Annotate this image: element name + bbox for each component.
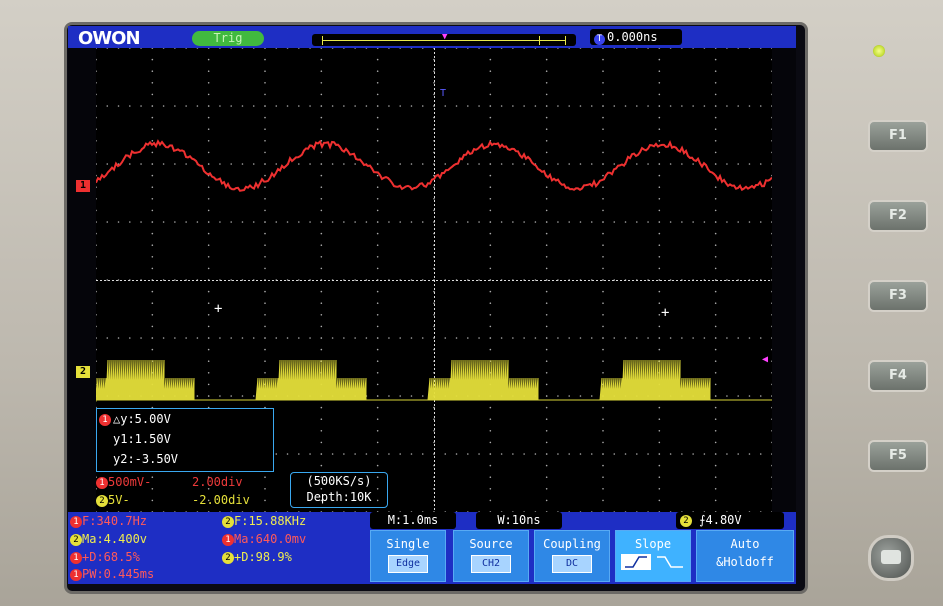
- svg-text:+: +: [661, 305, 669, 321]
- ch1-badge-icon: 1: [96, 477, 108, 489]
- ch2-volts-per-div: 5V-: [108, 493, 130, 507]
- ch2-zero-marker: 2: [76, 366, 90, 378]
- f4-button[interactable]: F4: [868, 360, 928, 392]
- ch1-amplitude-right: 1 Ma:640.0mv: [222, 531, 306, 548]
- ch2-badge-icon: 2: [680, 515, 692, 527]
- time-position-readout: T 0.000ns: [590, 29, 682, 45]
- ch2-offset: -2.00div: [192, 492, 250, 508]
- power-led-icon: [873, 45, 885, 57]
- cursor-y2: y2:-3.50V: [113, 452, 178, 466]
- ch1-scale-row: 1 500mV- 2.00div: [96, 474, 151, 490]
- ch1-frequency: 1 F:340.7Hz: [70, 513, 147, 530]
- trigger-marker-icon: ▼: [442, 34, 447, 40]
- channel-scale-panel: 1 500mV- 2.00div 2 5V- -2.00div: [96, 472, 286, 508]
- trigger-level-readout: 2 ⨍4.80V: [676, 512, 784, 529]
- main-timebase: M:1.0ms: [370, 512, 456, 529]
- brand-logo: OWON: [78, 28, 140, 49]
- menu-coupling[interactable]: Coupling DC: [534, 530, 610, 582]
- sample-rate: (500KS/s): [291, 473, 387, 489]
- ch1-badge-icon: 1: [99, 414, 111, 426]
- acquisition-panel: (500KS/s) Depth:10K: [290, 472, 388, 508]
- ch2-badge-icon: 2: [96, 495, 108, 507]
- f3-button[interactable]: F3: [868, 280, 928, 312]
- f5-button[interactable]: F5: [868, 440, 928, 472]
- trigger-level-marker-icon: ◀: [762, 354, 768, 365]
- time-position-value: 0.000ns: [607, 30, 658, 44]
- trigger-status-badge: Trig: [192, 31, 264, 46]
- time-position-icon: T: [594, 34, 605, 45]
- ch1-zero-marker: 1: [76, 180, 90, 192]
- record-depth: Depth:10K: [291, 489, 387, 505]
- ch1-duty-cycle: 1 +D:68.5%: [70, 549, 140, 566]
- ch1-offset: 2.00div: [192, 474, 243, 490]
- menu-trigger-source[interactable]: Source CH2: [453, 530, 529, 582]
- memory-position-bar: ▼: [312, 34, 576, 46]
- menu-off-knob[interactable]: [868, 535, 914, 581]
- cursor-y1: y1:1.50V: [113, 432, 171, 446]
- cursor-readout-panel: 1 △y:5.00V y1:1.50V y2:-3.50V: [96, 408, 274, 472]
- f1-button[interactable]: F1: [868, 120, 928, 152]
- status-bar: OWON Trig ▼ T 0.000ns: [68, 26, 796, 48]
- slope-icon: [619, 553, 687, 571]
- svg-text:+: +: [214, 301, 222, 317]
- trigger-time-marker-icon: T: [440, 88, 446, 99]
- ch2-duty-cycle: 2 +D:98.9%: [222, 549, 292, 566]
- menu-slope[interactable]: Slope: [615, 530, 691, 582]
- oscilloscope-screen: OWON Trig ▼ T 0.000ns + + T ◀ 1 2 1 △y:5.0…: [68, 26, 796, 584]
- ch1-pulse-width: 1 PW:0.445ms: [70, 566, 154, 583]
- ch1-volts-per-div: 500mV-: [108, 475, 151, 489]
- window-timebase: W:10ns: [476, 512, 562, 529]
- menu-trigger-mode[interactable]: Single Edge: [370, 530, 446, 582]
- ch2-scale-row: 2 5V- -2.00div: [96, 492, 130, 508]
- ch2-amplitude-left: 2 Ma:4.400v: [70, 531, 147, 548]
- f2-button[interactable]: F2: [868, 200, 928, 232]
- measurement-panel: 1 F:340.7Hz 2 Ma:4.400v 1 +D:68.5% 1 PW:0.44…: [68, 512, 796, 584]
- cursor-delta-y: △y:5.00V: [113, 412, 171, 426]
- menu-auto-holdoff[interactable]: Auto &Holdoff: [696, 530, 794, 582]
- ch2-frequency: 2 F:15.88KHz: [222, 513, 306, 530]
